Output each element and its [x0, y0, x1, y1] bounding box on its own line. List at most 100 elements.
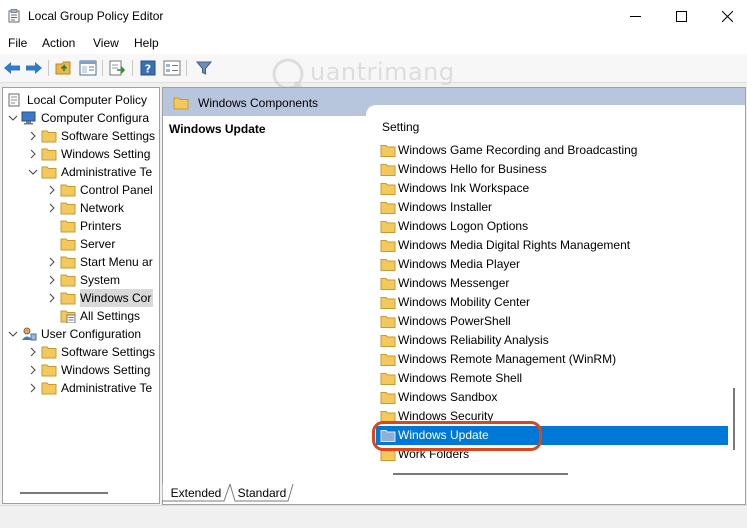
chevron-right-icon[interactable] [46, 256, 58, 268]
toolbar-separator [132, 60, 133, 76]
minimize-button[interactable] [612, 0, 658, 32]
list-item[interactable]: Windows Messenger [376, 274, 728, 293]
list-horizontal-scrollbar[interactable] [393, 473, 568, 475]
description-title: Windows Update [169, 122, 266, 136]
window-title: Local Group Policy Editor [28, 9, 164, 23]
tree-node-printers[interactable]: Printers [46, 217, 159, 235]
tree-node-software-settings[interactable]: Software Settings [27, 127, 159, 145]
list-item[interactable]: Windows Ink Workspace [376, 179, 728, 198]
up-one-level-button[interactable] [54, 58, 74, 78]
computer-icon [21, 111, 36, 125]
tree-node-system[interactable]: System [46, 271, 159, 289]
properties-button[interactable] [162, 58, 182, 78]
folder-icon [380, 373, 396, 385]
tree-node-windows-settings[interactable]: Windows Setting [27, 145, 159, 163]
list-item[interactable]: Windows Mobility Center [376, 293, 728, 312]
tree-node-user-windows-settings[interactable]: Windows Setting [27, 361, 159, 379]
menu-view[interactable]: View [93, 36, 119, 50]
list-item-label: Windows Mobility Center [398, 295, 531, 309]
list-item[interactable]: Windows Game Recording and Broadcasting [376, 141, 728, 160]
menu-file[interactable]: File [8, 36, 27, 50]
folder-icon [380, 259, 396, 271]
tree-node-user-configuration[interactable]: User Configuration [7, 325, 157, 343]
scrollbar-thumb[interactable] [733, 388, 735, 450]
toolbar-separator [48, 60, 49, 76]
chevron-right-icon[interactable] [46, 292, 58, 304]
chevron-down-icon[interactable] [7, 328, 19, 340]
back-button[interactable] [2, 58, 22, 78]
filter-button[interactable] [194, 58, 214, 78]
export-list-icon [109, 60, 126, 76]
list-item-label: Windows Hello for Business [398, 162, 547, 176]
toolbar-separator [102, 60, 103, 76]
tree-node-network[interactable]: Network [46, 199, 159, 217]
tree-node-local-computer-policy[interactable]: Local Computer Policy [7, 91, 157, 109]
help-button[interactable]: ? [138, 58, 158, 78]
list-item-label: Windows PowerShell [398, 314, 511, 328]
list-item[interactable]: Windows Hello for Business [376, 160, 728, 179]
minimize-icon [629, 15, 641, 17]
menu-action[interactable]: Action [42, 36, 75, 50]
chevron-right-icon[interactable] [27, 130, 39, 142]
tree-node-administrative-templates[interactable]: Administrative Te [27, 163, 159, 181]
list-item[interactable]: Windows Remote Shell [376, 369, 728, 388]
folder-icon [380, 240, 396, 252]
title-bar: Local Group Policy Editor [0, 0, 747, 32]
list-item[interactable]: Windows Remote Management (WinRM) [376, 350, 728, 369]
list-item-label: Windows Messenger [398, 276, 510, 290]
chevron-down-icon[interactable] [27, 166, 39, 178]
show-hide-console-tree-button[interactable] [78, 58, 98, 78]
list-item[interactable]: Windows Reliability Analysis [376, 331, 728, 350]
list-vertical-scrollbar[interactable] [731, 118, 737, 450]
tree-node-server[interactable]: Server [46, 235, 159, 253]
chevron-right-icon[interactable] [27, 148, 39, 160]
list-item-label: Windows Game Recording and Broadcasting [398, 143, 638, 157]
folder-icon [380, 316, 396, 328]
tree-node-user-software-settings[interactable]: Software Settings [27, 343, 159, 361]
tree-node-user-administrative-templates[interactable]: Administrative Te [27, 379, 159, 397]
list-item-label: Windows Reliability Analysis [398, 333, 549, 347]
tree-node-windows-components[interactable]: Windows Cor [46, 289, 159, 307]
list-item-label: Windows Installer [398, 200, 493, 214]
chevron-right-icon[interactable] [27, 346, 39, 358]
list-item[interactable]: Windows Sandbox [376, 388, 728, 407]
chevron-right-icon[interactable] [46, 274, 58, 286]
status-bar [0, 505, 747, 528]
folder-open-icon [60, 292, 76, 305]
forward-button[interactable] [24, 58, 44, 78]
tab-extended[interactable]: Extended [168, 484, 224, 502]
folder-icon [41, 382, 57, 395]
list-item[interactable]: Windows Installer [376, 198, 728, 217]
list-item-label: Windows Sandbox [398, 390, 498, 404]
chevron-right-icon[interactable] [27, 364, 39, 376]
tree-node-computer-configuration[interactable]: Computer Configura [7, 109, 157, 127]
all-settings-icon [60, 310, 76, 323]
tree-node-start-menu[interactable]: Start Menu ar [46, 253, 159, 271]
folder-icon [380, 278, 396, 290]
maximize-button[interactable] [658, 0, 704, 32]
list-item[interactable]: Windows Media Player [376, 255, 728, 274]
chevron-down-icon[interactable] [7, 112, 19, 124]
column-header-setting[interactable]: Setting [382, 120, 419, 134]
folder-icon [60, 202, 76, 215]
list-item[interactable]: Windows Logon Options [376, 217, 728, 236]
folder-icon [380, 164, 396, 176]
menu-help[interactable]: Help [134, 36, 159, 50]
export-list-button[interactable] [108, 58, 128, 78]
list-item-label: Windows Remote Shell [398, 371, 523, 385]
tree-horizontal-scrollbar[interactable] [20, 492, 108, 494]
watermark-text: uantrimang [310, 58, 455, 86]
chevron-right-icon[interactable] [27, 382, 39, 394]
tab-standard[interactable]: Standard [234, 484, 290, 502]
tree-node-control-panel[interactable]: Control Panel [46, 181, 159, 199]
list-item-label: Windows Logon Options [398, 219, 529, 233]
help-icon: ? [140, 60, 156, 76]
folder-icon [173, 97, 189, 110]
list-item[interactable]: Windows Media Digital Rights Management [376, 236, 728, 255]
close-button[interactable] [704, 0, 747, 32]
chevron-right-icon[interactable] [46, 184, 58, 196]
folder-icon [60, 238, 76, 251]
tree-node-all-settings[interactable]: All Settings [46, 307, 159, 325]
chevron-right-icon[interactable] [46, 202, 58, 214]
list-item[interactable]: Windows PowerShell [376, 312, 728, 331]
